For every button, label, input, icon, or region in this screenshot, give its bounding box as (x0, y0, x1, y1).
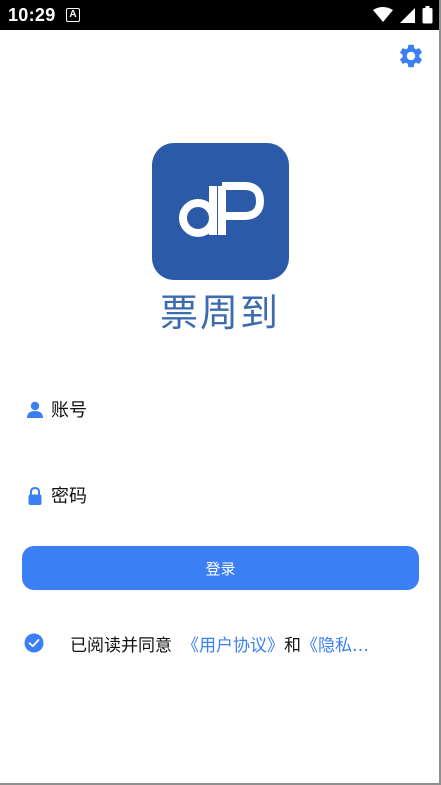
app-name: 票周到 (159, 291, 280, 335)
dp-logo-mark (179, 182, 265, 237)
status-time: 10:29 (8, 5, 56, 25)
user-icon (27, 401, 43, 418)
password-field[interactable] (22, 474, 419, 518)
login-button[interactable]: 登录 (22, 546, 419, 590)
wifi-icon (373, 7, 393, 22)
password-input[interactable] (51, 485, 419, 507)
notification-a-icon: A (66, 8, 80, 22)
account-field[interactable] (22, 388, 419, 432)
status-bar: 10:29 A (0, 0, 439, 30)
lock-icon (28, 486, 42, 505)
login-screen: 10:29 A 票周到 账号 登录 已阅读并同意 《用户协议》 和 《隐私… (0, 0, 441, 785)
account-input[interactable] (51, 399, 419, 421)
gear-icon[interactable] (397, 42, 425, 70)
status-icons (373, 6, 433, 24)
app-logo (152, 143, 289, 280)
checkbox-checked-icon[interactable] (24, 633, 44, 653)
agreement-row: 已阅读并同意 《用户协议》 和 《隐私… (24, 630, 419, 656)
privacy-policy-link[interactable]: 《隐私… (301, 631, 369, 656)
agreement-conjunction: 和 (284, 635, 301, 656)
agreement-prefix: 已阅读并同意 (70, 635, 172, 656)
signal-icon (400, 7, 415, 23)
battery-icon (422, 6, 433, 24)
user-agreement-link[interactable]: 《用户协议》 (182, 631, 284, 656)
